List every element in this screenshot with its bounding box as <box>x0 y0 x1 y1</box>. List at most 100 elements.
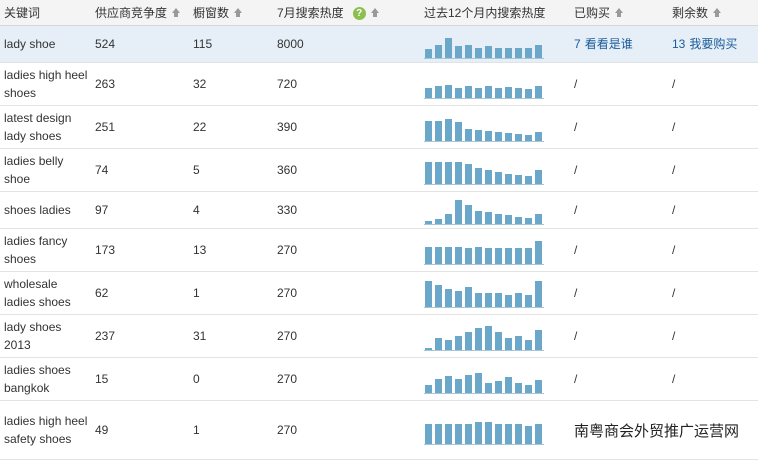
remaining-cell: / <box>672 120 676 134</box>
search-hot-cell: 270 <box>277 423 298 437</box>
bought-cell[interactable]: 7 看看是谁 <box>574 26 633 62</box>
search-hot-cell: 720 <box>277 77 298 91</box>
table-row: ladies high heel shoes 263 32 720 / / <box>0 63 758 106</box>
sparkline-chart <box>424 149 546 191</box>
sparkline-bar <box>535 380 542 393</box>
header-suppliers[interactable]: 供应商竞争度 <box>95 0 182 26</box>
sparkline-bar <box>475 88 482 98</box>
sparkline-bar <box>435 338 442 350</box>
suppliers-cell: 173 <box>95 243 116 257</box>
trend-sparkline <box>424 63 546 105</box>
sort-up-icon[interactable] <box>233 7 244 19</box>
sparkline-bar <box>525 48 532 58</box>
sparkline-baseline <box>424 264 544 265</box>
sparkline-baseline <box>424 307 544 308</box>
suppliers-cell: 49 <box>95 423 109 437</box>
trend-sparkline <box>424 149 546 191</box>
sort-up-icon[interactable] <box>712 7 723 19</box>
sparkline-bar <box>495 88 502 98</box>
header-bought[interactable]: 已购买 <box>574 0 625 26</box>
sparkline-bar <box>535 424 542 444</box>
table-row: shoes ladies 97 4 330 / / <box>0 192 758 229</box>
search-hot-cell: 360 <box>277 163 298 177</box>
sparkline-bar <box>465 332 472 350</box>
sparkline-bar <box>455 291 462 307</box>
keyword-cell: ladies fancy shoes <box>4 234 68 266</box>
sparkline-bar <box>495 132 502 141</box>
sparkline-bar <box>525 295 532 307</box>
sparkline-bar <box>475 373 482 393</box>
header-windows[interactable]: 橱窗数 <box>193 0 244 26</box>
table-row: ladies belly shoe 74 5 360 / / <box>0 149 758 192</box>
sparkline-bar <box>455 424 462 444</box>
buy-now-link[interactable]: 我要购买 <box>689 35 737 53</box>
windows-cell: 32 <box>193 77 207 91</box>
header-remaining[interactable]: 剩余数 <box>672 0 723 26</box>
windows-cell: 5 <box>193 163 200 177</box>
sparkline-bar <box>445 38 452 58</box>
suppliers-cell: 15 <box>95 372 109 386</box>
bought-cell: / <box>574 163 578 177</box>
remaining-cell: / <box>672 163 676 177</box>
bought-count: 7 <box>574 37 581 51</box>
windows-cell: 115 <box>193 37 213 51</box>
bought-cell: / <box>574 286 578 300</box>
sort-up-icon[interactable] <box>370 7 381 19</box>
sparkline-bar <box>485 248 492 264</box>
sparkline-bar <box>455 46 462 58</box>
bought-cell: / <box>574 243 578 257</box>
sparkline-bar <box>435 285 442 307</box>
trend-sparkline <box>424 401 546 459</box>
sparkline-bar <box>525 385 532 393</box>
trend-sparkline <box>424 272 546 314</box>
table-header: 关键词 供应商竞争度 橱窗数 7月搜索热度 ? 过去12个月内搜索热度 已购买 … <box>0 0 758 26</box>
sparkline-chart <box>424 229 546 271</box>
sparkline-bar <box>465 375 472 393</box>
sparkline-bar <box>495 172 502 184</box>
sparkline-bar <box>465 205 472 224</box>
sparkline-bar <box>525 340 532 350</box>
sparkline-bar <box>485 293 492 307</box>
sparkline-bar <box>445 214 452 224</box>
sort-up-icon[interactable] <box>171 7 182 19</box>
sparkline-bar <box>485 326 492 350</box>
sparkline-bar <box>445 376 452 393</box>
sparkline-baseline <box>424 141 544 142</box>
sparkline-bar <box>455 88 462 98</box>
sparkline-baseline <box>424 393 544 394</box>
sparkline-chart <box>424 192 546 228</box>
sparkline-bar <box>435 219 442 224</box>
sparkline-bar <box>495 332 502 350</box>
search-hot-cell: 390 <box>277 120 298 134</box>
windows-cell: 31 <box>193 329 207 343</box>
view-buyers-link[interactable]: 看看是谁 <box>585 35 633 53</box>
help-question-icon[interactable]: ? <box>352 6 366 20</box>
bought-cell: / <box>574 372 578 386</box>
keyword-cell: shoes ladies <box>4 203 71 217</box>
search-hot-cell: 270 <box>277 243 298 257</box>
sparkline-chart <box>424 106 546 148</box>
sparkline-bar <box>455 162 462 184</box>
sparkline-bar <box>425 424 432 444</box>
sparkline-bar <box>465 86 472 98</box>
header-search-hot[interactable]: 7月搜索热度 ? <box>277 0 381 26</box>
remaining-cell: / <box>672 203 676 217</box>
remaining-cell[interactable]: 13 我要购买 <box>672 26 737 62</box>
table-row: lady shoe 524 115 8000 7 看看是谁 13 我要购买 <box>0 26 758 63</box>
sparkline-bar <box>525 135 532 141</box>
keyword-cell: lady shoe <box>4 37 56 51</box>
sparkline-bar <box>465 129 472 141</box>
sparkline-bar <box>475 48 482 58</box>
sparkline-bar <box>445 289 452 307</box>
bought-cell: / <box>574 77 578 91</box>
sparkline-bar <box>535 214 542 224</box>
sparkline-bar <box>425 49 432 58</box>
sort-up-icon[interactable] <box>614 7 625 19</box>
sparkline-bar <box>515 293 522 307</box>
sparkline-bar <box>515 48 522 58</box>
sparkline-bar <box>465 287 472 307</box>
remaining-cell: / <box>672 77 676 91</box>
sparkline-bar <box>435 121 442 141</box>
sparkline-bar <box>535 45 542 58</box>
sparkline-bar <box>505 338 512 350</box>
